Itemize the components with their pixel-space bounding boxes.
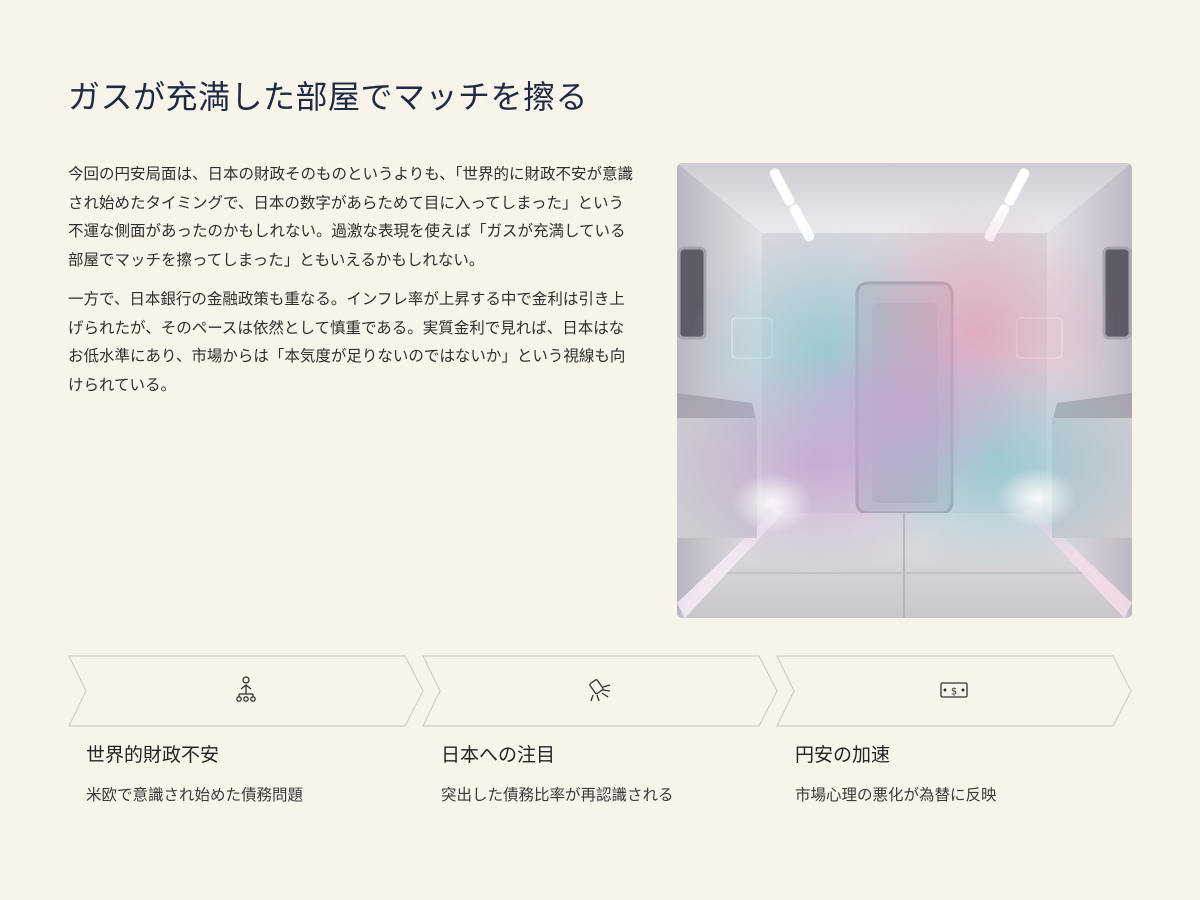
spotlight-icon <box>589 679 611 702</box>
step-1: 世界的財政不安 米欧で意識され始めた債務問題 <box>86 740 406 808</box>
paragraph-1: 今回の円安局面は、日本の財政そのものというよりも、「世界的に財政不安が意識され始… <box>68 165 633 269</box>
step-2-desc: 突出した債務比率が再認識される <box>441 786 674 804</box>
step-2-title: 日本への注目 <box>441 744 556 766</box>
banknote-icon: $ <box>940 682 968 698</box>
step-3: 円安の加速 市場心理の悪化が為替に反映 <box>795 740 1115 808</box>
step-3-desc: 市場心理の悪化が為替に反映 <box>795 786 997 804</box>
svg-text:$: $ <box>951 687 957 698</box>
step-2: 日本への注目 突出した債務比率が再認識される <box>441 740 761 808</box>
article-body: 今回の円安局面は、日本の財政そのものというよりも、「世界的に財政不安が意識され始… <box>68 160 638 410</box>
page: ガスが充満した部屋でマッチを擦る 今回の円安局面は、日本の財政そのものというより… <box>0 0 1200 900</box>
step-1-desc: 米欧で意識され始めた債務問題 <box>86 786 304 804</box>
process-steps: $ <box>68 655 1132 727</box>
step-1-title: 世界的財政不安 <box>86 744 220 766</box>
hero-image-gas-room <box>677 163 1132 618</box>
step-3-title: 円安の加速 <box>795 744 891 766</box>
page-title: ガスが充満した部屋でマッチを擦る <box>68 78 589 116</box>
gas-room-illustration <box>677 163 1132 618</box>
hierarchy-person-icon <box>236 676 256 702</box>
paragraph-2: 一方で、日本銀行の金融政策も重なる。インフレ率が上昇する中で金利は引き上げられた… <box>68 290 626 394</box>
